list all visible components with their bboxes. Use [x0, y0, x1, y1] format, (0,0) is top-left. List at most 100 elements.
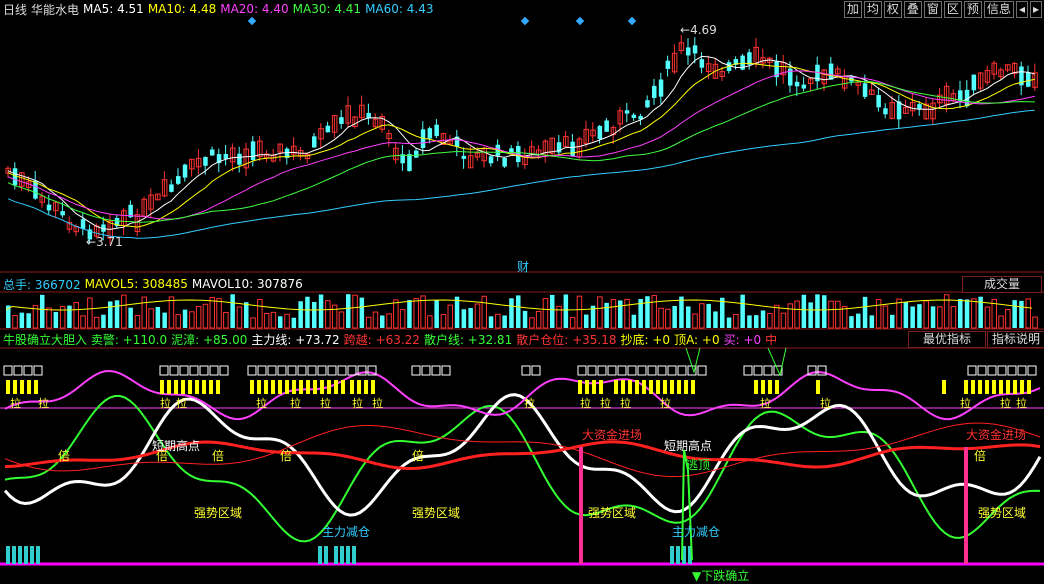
- candle-down: [325, 125, 331, 133]
- signal-cyan-bar: [318, 546, 322, 564]
- signal-yellow-bar: [320, 380, 324, 394]
- signal-cyan-bar: [12, 546, 16, 564]
- signal-yellow-bar: [285, 380, 289, 394]
- candle-down: [60, 211, 65, 216]
- signal-yellow-bar: [271, 380, 275, 394]
- volume-bar-up: [624, 298, 630, 329]
- candle-down: [237, 153, 242, 165]
- candle-down: [958, 90, 963, 101]
- signal-yellow-bar: [816, 380, 820, 394]
- signal-white-box: [667, 365, 677, 376]
- volume-bar-up: [542, 298, 549, 329]
- signal-white-box: [1027, 365, 1037, 376]
- volume-bar-down: [502, 315, 507, 328]
- label-strong-zone: 强势区域: [412, 506, 461, 520]
- candle-down: [604, 120, 609, 132]
- label-la: 拉: [660, 396, 671, 410]
- label-la: 拉: [320, 396, 331, 410]
- volume-bar-up: [325, 300, 331, 329]
- indicator-legend-item: 顶A: +0: [674, 332, 720, 347]
- volume-bar-down: [890, 314, 895, 328]
- signal-yellow-bar: [978, 380, 982, 394]
- candle-down: [223, 153, 229, 159]
- volume-legend: 总手: 366702 MAVOL5: 308485 MAVOL10: 307876: [3, 276, 307, 292]
- label-strong-zone: 强势区域: [588, 506, 637, 520]
- signal-white-box: [577, 365, 587, 376]
- volume-bar-up: [352, 294, 358, 329]
- indicator-explain-button[interactable]: 指标说明: [987, 331, 1044, 348]
- signal-white-box: [531, 365, 541, 376]
- signal-white-box: [13, 365, 23, 376]
- candle-down: [80, 219, 86, 229]
- indicator-legend-item: 主力线: +73.72: [251, 332, 340, 347]
- signal-white-box: [627, 365, 637, 376]
- label-main-reduce: 主力减仓: [322, 525, 371, 539]
- signal-white-box: [189, 365, 199, 376]
- signal-yellow-bar: [299, 380, 303, 394]
- signal-white-box: [247, 365, 257, 376]
- volume-bar-down: [278, 316, 283, 328]
- label-bei: 倍: [58, 449, 71, 463]
- signal-white-box: [743, 365, 753, 376]
- volume-bar-down: [917, 304, 922, 328]
- signal-yellow-bar: [341, 380, 345, 394]
- signal-yellow-bar: [357, 380, 361, 394]
- signal-cyan-bar: [352, 546, 356, 564]
- signal-yellow-bar: [6, 380, 10, 394]
- label-short-high: 短期高点: [152, 439, 201, 453]
- best-indicator-button[interactable]: 最优指标: [908, 331, 986, 348]
- volume-bar-up: [175, 314, 181, 329]
- signal-yellow-bar: [202, 380, 206, 394]
- volume-bar-down: [808, 302, 813, 328]
- signal-yellow-bar: [188, 380, 192, 394]
- signal-yellow-bar: [13, 380, 17, 394]
- volume-bar-down: [468, 307, 473, 328]
- signal-yellow-bar: [20, 380, 24, 394]
- volume-bar-down: [488, 316, 494, 328]
- signal-white-box: [967, 365, 977, 376]
- label-la: 拉: [1000, 396, 1011, 410]
- signal-white-box: [287, 365, 297, 376]
- volume-bar-up: [209, 297, 215, 329]
- signal-yellow-bar: [27, 380, 31, 394]
- volume-bar-up: [937, 306, 943, 329]
- candle-down: [692, 45, 698, 54]
- indicator-legend-item: 抄底: +0: [620, 332, 671, 347]
- volume-bar-up: [386, 313, 392, 329]
- signal-white-box: [677, 365, 687, 376]
- volume-bar-up: [257, 299, 263, 329]
- candle-down: [699, 59, 705, 68]
- signal-yellow-bar: [264, 380, 268, 394]
- volume-bar-down: [815, 294, 820, 328]
- candle-down: [645, 100, 650, 108]
- signal-white-box: [23, 365, 33, 376]
- label-short-high: 短期高点: [664, 439, 713, 453]
- volume-bar-up: [692, 313, 698, 329]
- volume-bar-up: [141, 296, 147, 329]
- finance-marker[interactable]: 财: [517, 258, 529, 275]
- candle-down: [312, 136, 317, 148]
- signal-yellow-bar: [364, 380, 368, 394]
- candle-down: [210, 149, 215, 156]
- volume-button[interactable]: 成交量: [962, 276, 1042, 293]
- label-la: 拉: [600, 396, 611, 410]
- signal-yellow-bar: [327, 380, 331, 394]
- volume-bar-up: [393, 299, 399, 329]
- volume-bar-down: [522, 310, 528, 328]
- high-price-label: ←4.69: [680, 23, 717, 37]
- volume-bar-down: [298, 301, 303, 328]
- volume-bar-down: [26, 313, 31, 328]
- candle-down: [801, 84, 807, 89]
- volume-bar-down: [434, 300, 439, 328]
- volume-bar-up: [365, 316, 372, 329]
- volume-bar-down: [679, 296, 684, 328]
- volume-bar-down: [155, 306, 161, 328]
- volume-bar-down: [822, 295, 827, 328]
- signal-yellow-bar: [1020, 380, 1024, 394]
- volume-bar-up: [270, 311, 277, 329]
- volume-bar-up: [250, 317, 256, 329]
- label-la: 拉: [1016, 396, 1027, 410]
- volume-bar-down: [978, 296, 983, 328]
- candle-down: [461, 155, 467, 159]
- volume-bar-up: [875, 299, 882, 329]
